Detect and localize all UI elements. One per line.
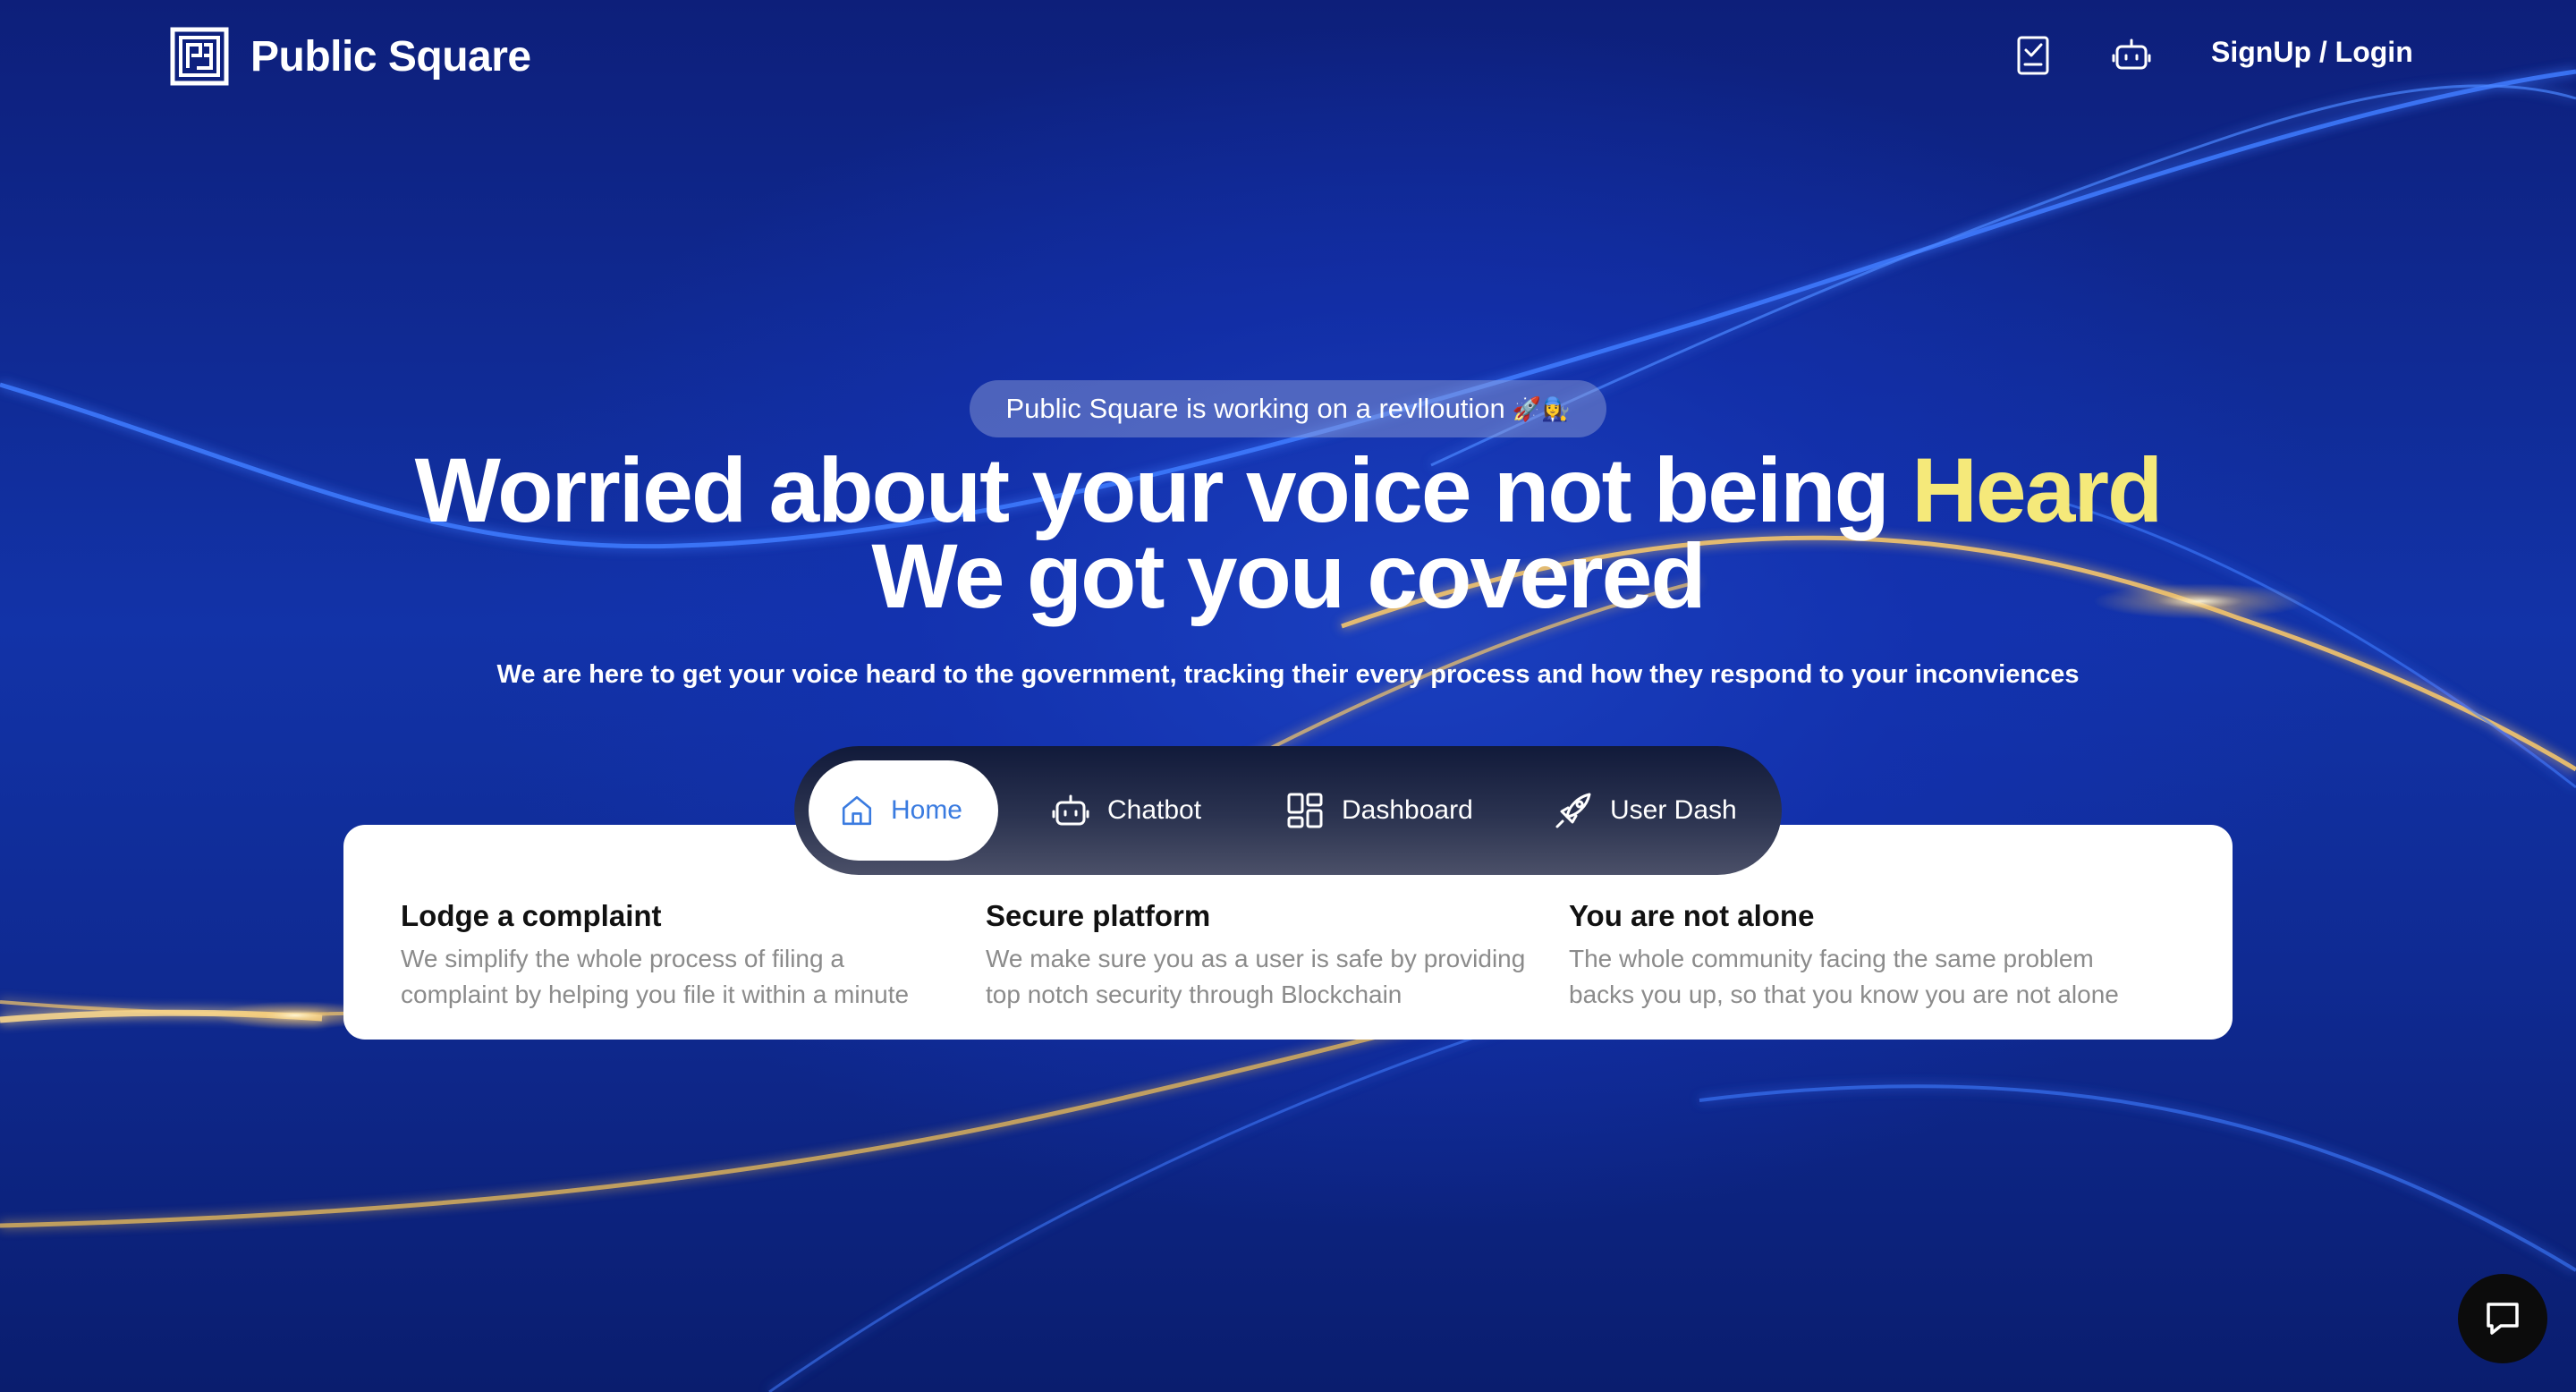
brand-logo-link[interactable]: Public Square — [170, 27, 531, 86]
headline-highlight: Heard — [1911, 439, 2163, 541]
hero-headline: Worried about your voice not being Heard… — [0, 445, 2576, 622]
headline-line2: We got you covered — [871, 525, 1706, 627]
tab-label: Chatbot — [1107, 795, 1202, 825]
hero-subtext: We are here to get your voice heard to t… — [496, 660, 2080, 689]
rocket-icon — [1555, 793, 1591, 828]
announcement-pill: Public Square is working on a revlloutio… — [970, 380, 1606, 437]
feature-title: Secure platform — [986, 899, 1211, 932]
announcement-text: Public Square is working on a revlloutio… — [1005, 393, 1505, 424]
feature-description: We simplify the whole process of filing … — [401, 945, 910, 1008]
tab-label: Home — [890, 795, 962, 825]
background-light-streaks — [0, 69, 2576, 1392]
chat-widget-button[interactable] — [2458, 1274, 2547, 1363]
section-tab-bar: Home Chatbot Dashboard User Dash — [794, 746, 1782, 875]
top-navigation: Public Square SignUp / Login — [0, 0, 2576, 116]
clipboard-check-icon[interactable] — [2011, 32, 2055, 77]
tab-label: User Dash — [1610, 795, 1737, 825]
brand-name: Public Square — [250, 32, 531, 81]
feature-description: We make sure you as a user is safe by pr… — [986, 945, 1526, 1008]
public-square-logo-icon — [170, 27, 229, 86]
chat-bubble-icon — [2487, 1303, 2519, 1335]
feature-secure-platform: Secure platform We make sure you as a us… — [986, 898, 1540, 1013]
tab-home[interactable]: Home — [809, 760, 998, 861]
feature-lodge-complaint: Lodge a complaint We simplify the whole … — [401, 898, 955, 1013]
robot-icon — [1052, 794, 1089, 826]
feature-not-alone: You are not alone The whole community fa… — [1569, 898, 2123, 1013]
feature-title: Lodge a complaint — [401, 899, 662, 932]
feature-title: You are not alone — [1569, 899, 1815, 932]
feature-description: The whole community facing the same prob… — [1569, 945, 2119, 1008]
robot-icon[interactable] — [2109, 32, 2154, 77]
tab-dashboard[interactable]: Dashboard — [1284, 760, 1473, 861]
tab-chatbot[interactable]: Chatbot — [1050, 760, 1201, 861]
signup-login-link[interactable]: SignUp / Login — [2211, 36, 2413, 69]
dashboard-icon — [1287, 793, 1323, 828]
home-icon — [842, 795, 872, 826]
tab-user-dash[interactable]: User Dash — [1553, 760, 1737, 861]
announcement-emoji: 🚀👩‍🔧 — [1512, 395, 1571, 422]
tab-label: Dashboard — [1342, 795, 1473, 825]
